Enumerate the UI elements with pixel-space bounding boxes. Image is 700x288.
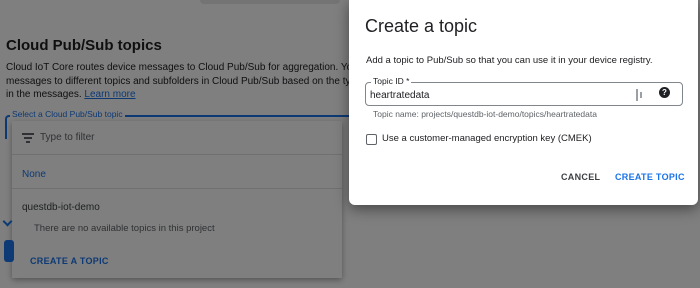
create-topic-button[interactable]: CREATE TOPIC [615, 172, 685, 182]
filter-list-icon [22, 133, 34, 143]
description-line: messages to different topics and subfold… [6, 75, 395, 87]
dropdown-option-none[interactable]: None [22, 169, 46, 180]
cancel-button[interactable]: CANCEL [561, 172, 600, 182]
dialog-subtitle: Add a topic to Pub/Sub so that you can u… [366, 55, 653, 66]
primary-button-edge[interactable] [4, 240, 14, 262]
key-icon [635, 88, 645, 102]
create-topic-dialog: Create a topic Add a topic to Pub/Sub so… [349, 0, 698, 205]
dialog-title: Create a topic [365, 16, 478, 36]
learn-more-link[interactable]: Learn more [84, 89, 135, 100]
top-edge-element [200, 0, 340, 4]
page-heading: Cloud Pub/Sub topics [6, 37, 162, 54]
help-icon[interactable]: ? [659, 87, 670, 98]
dropdown-empty-message: There are no available topics in this pr… [34, 223, 215, 234]
cmek-checkbox[interactable] [366, 134, 377, 145]
description-line: Cloud IoT Core routes device messages to… [6, 62, 403, 73]
filter-placeholder: Type to filter [40, 132, 95, 143]
create-topic-link[interactable]: CREATE A TOPIC [30, 256, 109, 266]
topic-name-hint: Topic name: projects/questdb-iot-demo/to… [373, 109, 597, 119]
topic-select-label: Select a Cloud Pub/Sub topic [10, 109, 125, 119]
topic-dropdown: Type to filter None questdb-iot-demo The… [12, 121, 342, 278]
screen: Cloud Pub/Sub topics Cloud IoT Core rout… [0, 0, 700, 288]
topic-id-label: Topic ID * [371, 76, 412, 86]
divider [12, 188, 342, 189]
topic-id-input[interactable] [370, 88, 620, 102]
page-description: Cloud IoT Core routes device messages to… [6, 61, 403, 102]
dropdown-group-project: questdb-iot-demo [22, 202, 100, 213]
description-line: in the messages. [6, 89, 82, 100]
dropdown-filter[interactable]: Type to filter [12, 121, 342, 155]
cmek-label[interactable]: Use a customer-managed encryption key (C… [382, 133, 592, 144]
chevron-down-icon[interactable] [2, 216, 13, 227]
